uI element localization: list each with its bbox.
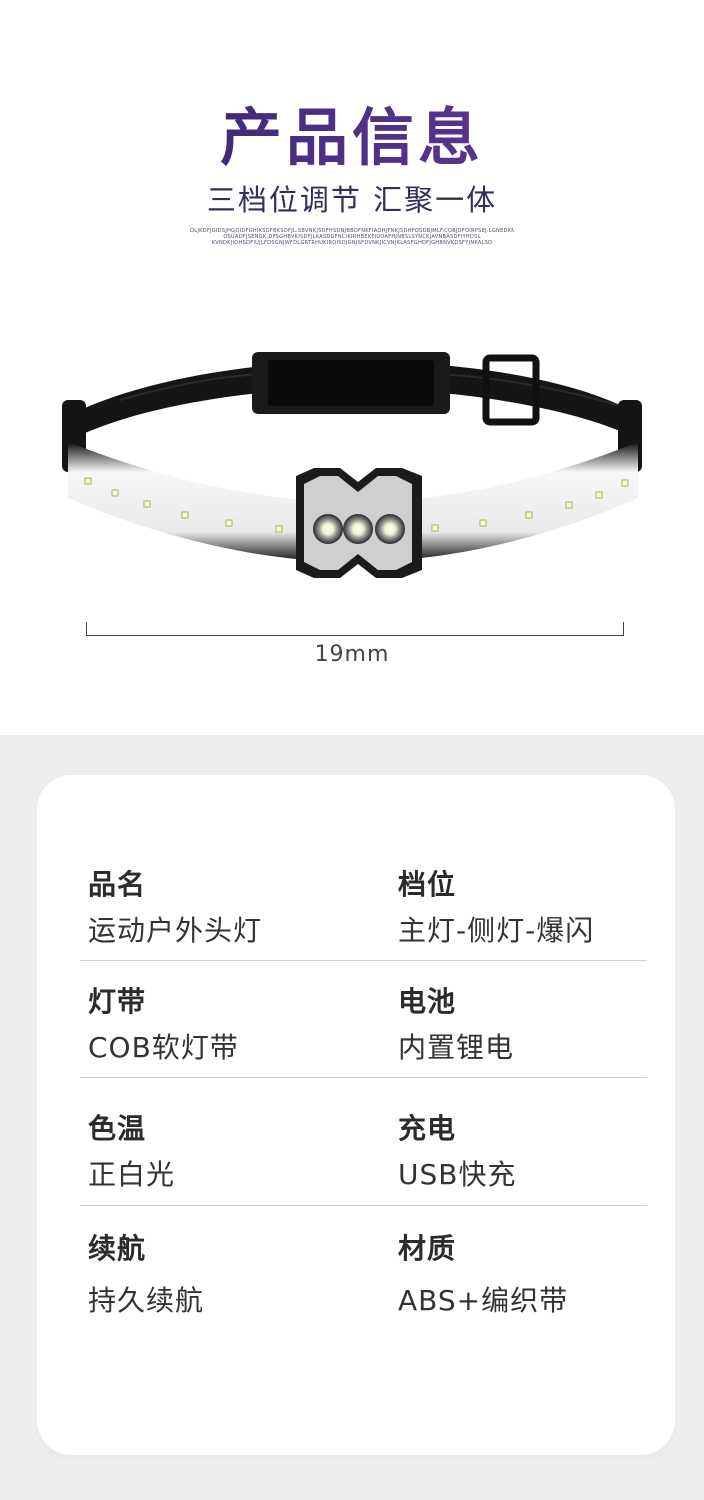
spec-value: 正白光 — [88, 1158, 176, 1191]
row-divider — [80, 1077, 647, 1078]
spec-cell: 品名 运动户外头灯 — [88, 868, 378, 948]
hero-section: 产品信息 三档位调节 汇聚一体 OLJKDFJGIDSJHGOIDFGHIKSD… — [0, 0, 704, 735]
spec-value: 内置锂电 — [398, 1031, 515, 1064]
spec-label: 灯带 — [88, 985, 147, 1018]
spec-label: 档位 — [398, 868, 457, 901]
spec-cell: 电池 内置锂电 — [398, 985, 688, 1065]
spec-label: 电池 — [398, 985, 457, 1018]
spec-cell: 灯带 COB软灯带 — [88, 985, 378, 1065]
spec-cell: 档位 主灯-侧灯-爆闪 — [398, 868, 688, 948]
spec-label: 色温 — [88, 1112, 147, 1145]
spec-label: 材质 — [398, 1232, 457, 1265]
headlamp-product-image — [62, 352, 642, 578]
spec-value: USB快充 — [398, 1158, 517, 1191]
dimension-label: 19mm — [314, 642, 390, 667]
dimension-line — [86, 635, 624, 636]
spec-label: 品名 — [88, 868, 147, 901]
dimension-marker — [86, 622, 624, 636]
spec-cell: 材质 ABS+编织带 — [398, 1232, 688, 1318]
spec-cell: 续航 持久续航 — [88, 1232, 378, 1318]
spec-value: 持久续航 — [88, 1284, 205, 1317]
spec-value: 运动户外头灯 — [88, 914, 263, 947]
spec-cell: 充电 USB快充 — [398, 1112, 688, 1192]
page-subtitle: 三档位调节 汇聚一体 — [206, 183, 498, 217]
row-divider — [80, 960, 647, 961]
dimension-tick-right — [623, 622, 624, 636]
spec-value: COB软灯带 — [88, 1031, 239, 1064]
spec-value: ABS+编织带 — [398, 1284, 569, 1317]
fine-print-line: KVNDKJIOHSDFIUJLFDSGNJWFDLGRTRHUKIROISDJ… — [211, 240, 493, 246]
row-divider — [80, 1205, 647, 1206]
page-title: 产品信息 — [0, 100, 704, 176]
spec-label: 充电 — [398, 1112, 457, 1145]
spec-label: 续航 — [88, 1232, 147, 1265]
dimension-tick-left — [86, 622, 87, 636]
spec-cell: 色温 正白光 — [88, 1112, 378, 1192]
spec-value: 主灯-侧灯-爆闪 — [398, 914, 595, 947]
